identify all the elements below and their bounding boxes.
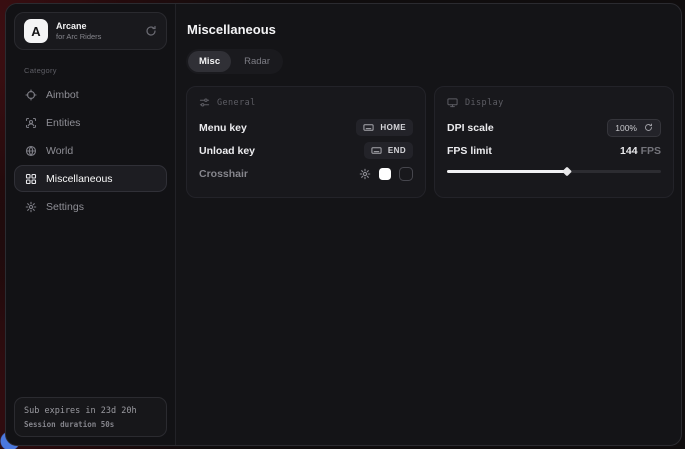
slider-fill — [447, 170, 567, 173]
desktop-backdrop: A Arcane for Arc Riders Category — [0, 0, 685, 449]
sidebar-item-miscellaneous[interactable]: Miscellaneous — [14, 165, 167, 192]
card-title: Display — [465, 98, 504, 108]
page-title: Miscellaneous — [187, 22, 674, 37]
tab-radar[interactable]: Radar — [233, 51, 281, 72]
sidebar-item-label: Settings — [46, 201, 84, 213]
dpi-scale-row: DPI scale 100% — [447, 116, 661, 139]
main-content: Miscellaneous Misc Radar Gene — [176, 4, 682, 445]
tab-misc[interactable]: Misc — [188, 51, 231, 72]
crosshair-icon — [25, 89, 37, 101]
unload-key-binding[interactable]: END — [364, 142, 413, 159]
sidebar-item-label: Miscellaneous — [46, 173, 113, 185]
sidebar-item-label: Aimbot — [46, 89, 79, 101]
cards-row: General Menu key HOME — [186, 86, 674, 198]
scan-person-icon — [25, 117, 37, 129]
key-value: HOME — [380, 123, 406, 132]
grid-icon — [25, 173, 37, 185]
monitor-icon — [447, 97, 458, 108]
card-title: General — [217, 98, 256, 108]
sub-expiry-text: Sub expires in 23d 20h — [24, 406, 157, 416]
gear-icon[interactable] — [359, 168, 371, 180]
gear-icon — [25, 201, 37, 213]
globe-icon — [25, 145, 37, 157]
fps-number: 144 — [620, 145, 638, 157]
subscription-info-box: Sub expires in 23d 20h Session duration … — [14, 397, 167, 437]
sidebar: A Arcane for Arc Riders Category — [6, 4, 176, 445]
fps-limit-row: FPS limit 144FPS — [447, 139, 661, 162]
sidebar-item-label: Entities — [46, 117, 80, 129]
card-display-header: Display — [447, 97, 661, 108]
app-window: A Arcane for Arc Riders Category — [5, 3, 682, 446]
keyboard-icon — [363, 122, 374, 133]
fps-limit-slider[interactable] — [447, 166, 661, 176]
unload-key-label: Unload key — [199, 145, 255, 157]
session-duration-text: Session duration 50s — [24, 420, 157, 429]
crosshair-color-swatch[interactable] — [379, 168, 391, 180]
slider-thumb[interactable] — [562, 167, 572, 177]
sidebar-nav: Aimbot Entities — [14, 81, 167, 220]
refresh-icon — [644, 123, 653, 132]
menu-key-label: Menu key — [199, 122, 247, 134]
sliders-icon — [199, 97, 210, 108]
card-general: General Menu key HOME — [186, 86, 426, 198]
sidebar-item-world[interactable]: World — [14, 137, 167, 164]
dpi-scale-value: 100% — [615, 123, 637, 133]
unload-key-row: Unload key END — [199, 139, 413, 162]
crosshair-controls — [359, 167, 413, 181]
sidebar-item-settings[interactable]: Settings — [14, 193, 167, 220]
crosshair-checkbox[interactable] — [399, 167, 413, 181]
fps-limit-value: 144FPS — [620, 145, 661, 157]
app-name: Arcane — [56, 21, 101, 31]
keyboard-icon — [371, 145, 382, 156]
sidebar-item-entities[interactable]: Entities — [14, 109, 167, 136]
tab-bar: Misc Radar — [186, 49, 283, 74]
card-general-header: General — [199, 97, 413, 108]
crosshair-row: Crosshair — [199, 162, 413, 185]
app-header: A Arcane for Arc Riders — [14, 12, 167, 50]
menu-key-row: Menu key HOME — [199, 116, 413, 139]
fps-unit: FPS — [641, 145, 661, 157]
card-display: Display DPI scale 100% — [434, 86, 674, 198]
fps-limit-label: FPS limit — [447, 145, 492, 157]
sidebar-item-label: World — [46, 145, 73, 157]
app-subtitle: for Arc Riders — [56, 32, 101, 41]
sidebar-item-aimbot[interactable]: Aimbot — [14, 81, 167, 108]
sidebar-spacer — [14, 220, 167, 397]
key-value: END — [388, 146, 406, 155]
crosshair-label: Crosshair — [199, 168, 248, 180]
menu-key-binding[interactable]: HOME — [356, 119, 413, 136]
category-label: Category — [24, 66, 167, 75]
dpi-scale-select[interactable]: 100% — [607, 119, 661, 137]
dpi-scale-label: DPI scale — [447, 122, 494, 134]
app-title-block: Arcane for Arc Riders — [56, 21, 101, 41]
sync-icon[interactable] — [145, 25, 157, 37]
app-logo: A — [24, 19, 48, 43]
